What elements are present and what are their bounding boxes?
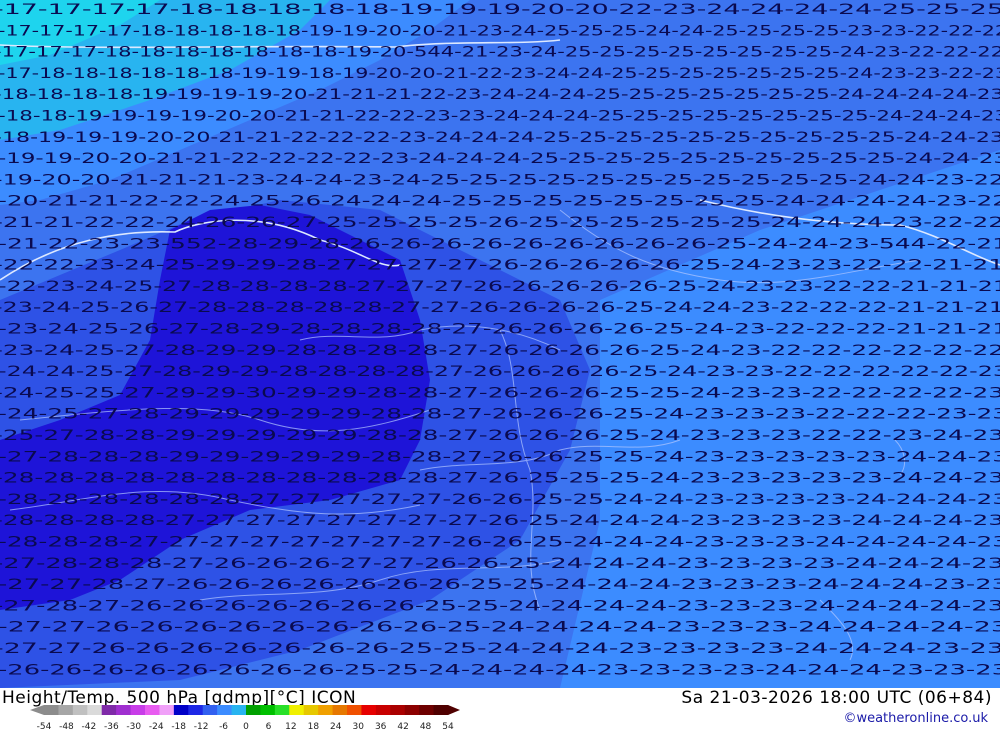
temperature-row: -28-28-28-27-27-27-27-27-27-27-27-26-26-… [0,535,1000,551]
legend-tick-label: -42 [82,722,97,732]
temperature-row: -27-28-28-28-29-29-29-29-29-28-28-27-26-… [0,449,1000,465]
temperature-row: -22-23-24-25-27-28-28-28-28-27-27-27-26-… [0,279,1000,295]
legend-tick-label: -6 [219,722,228,732]
temperature-row: -23-24-25-26-27-28-28-28-28-28-27-27-26-… [0,300,1000,316]
legend-swatch [390,705,406,715]
legend-tick-label: 6 [266,722,272,732]
temperature-row: -24-25-27-28-29-29-29-29-29-28-28-27-26-… [0,407,1000,423]
legend-swatch [347,705,362,715]
legend-swatch [116,705,132,715]
temperature-row: -17-17-17-17-18-18-18-18-18-19-19-19-20-… [0,2,1000,18]
legend-tick-label: 0 [243,722,249,732]
legend-swatch [289,705,305,715]
legend-tick-label: -18 [171,722,186,732]
legend-tick-label: -24 [149,722,164,732]
legend-tick-label: 42 [397,722,408,732]
temperature-row: -28-28-28-28-28-28-28-28-28-28-28-27-26-… [0,471,1000,487]
color-legend: -54 -48 -42 -36 -30 -24 -18 -12 -6 0 6 12 18 24 30 36 42… [30,705,460,732]
legend-swatch [159,705,175,715]
legend-swatch [433,705,449,715]
legend-swatch [303,705,319,715]
legend-swatch [231,705,247,715]
legend-swatch [44,705,59,715]
legend-swatch [332,705,348,715]
temperature-row: -21-22-23-23-552-28-29-28-26-26-26-26-26… [0,236,1000,252]
legend-tick-label: 12 [285,722,296,732]
temperature-row: -23-24-25-27-28-29-29-28-28-28-28-27-26-… [0,343,1000,359]
legend-swatch [101,705,117,715]
legend-swatch [58,705,74,715]
temperature-row: -17-17-17-18-18-18-18-18-18-18-19-20-544… [0,45,1000,61]
temperature-row: -22-22-23-24-25-29-29-28-27-27-27-27-26-… [0,258,1000,274]
temperature-row: -28-28-28-28-27-27-27-27-27-27-27-27-26-… [0,513,1000,529]
legend-swatch [419,705,435,715]
legend-swatch [217,705,233,715]
legend-swatch [72,705,88,715]
temperature-row: -19-20-20-21-21-21-23-24-24-23-24-25-25-… [0,172,1000,188]
legend-swatch [260,705,276,715]
legend-tick-label: 48 [420,722,432,732]
temperature-row: -25-27-28-28-29-29-29-29-29-28-28-27-26-… [0,428,1000,444]
weather-map: -17-17-17-17-18-18-18-18-18-19-19-19-20-… [0,0,1000,688]
legend-bar [30,705,460,715]
legend-swatch [87,705,103,715]
legend-tick-label: -36 [104,722,119,732]
legend-swatch [130,705,146,715]
legend-swatch [202,705,218,715]
legend-tick-label: 54 [442,722,454,732]
legend-arrow-right [448,705,460,715]
temperature-row: -27-27-26-26-26-26-26-26-26-25-25-24-24-… [0,641,1000,657]
legend-ticks: -54 -48 -42 -36 -30 -24 -18 -12 -6 0 6 12 18 24 30 36 42… [37,722,454,732]
temperature-row: -18-19-19-19-20-20-21-21-22-22-22-23-24-… [0,130,1000,146]
legend-tick-label: -54 [37,722,52,732]
legend-arrow-left [30,705,44,715]
legend-tick-label: 36 [375,722,387,732]
legend-swatch [375,705,391,715]
temperature-field: -17-17-17-17-18-18-18-18-18-19-19-19-20-… [0,0,1000,688]
legend-swatch [246,705,261,715]
temperature-row: -20-21-21-22-22-24-25-26-24-24-24-25-25-… [0,194,1000,210]
temperature-row: -17-18-18-18-18-18-18-19-19-18-19-20-20-… [0,66,1000,82]
legend-swatch [274,705,290,715]
legend-swatch [145,705,160,715]
temperature-row: -18-18-19-19-19-19-20-20-21-21-22-22-23-… [0,109,1000,125]
legend-tick-label: 30 [352,722,364,732]
legend-swatch [188,705,204,715]
temperature-row: -17-17-17-17-18-18-18-18-18-19-19-20-20-… [0,23,1000,39]
temperature-row: -28-28-28-28-28-28-27-27-27-27-27-26-26-… [0,492,1000,508]
legend-swatch [173,705,189,715]
temperature-row: -18-18-18-18-19-19-19-19-20-21-21-21-22-… [0,87,1000,103]
legend-tick-label: 18 [308,722,320,732]
temperature-row: -23-24-25-26-27-28-29-28-28-28-28-27-26-… [0,322,1000,338]
temperature-row: -21-21-22-22-24-26-26-27-25-25-25-25-26-… [0,215,1000,231]
temperature-row: -27-28-28-28-27-26-26-26-27-27-26-26-25-… [0,556,1000,572]
legend-swatch [361,705,377,715]
legend-tick-label: -30 [126,722,141,732]
credit-link[interactable]: ©weatheronline.co.uk [843,711,988,726]
temperature-row: -27-27-26-26-26-26-26-26-26-26-25-24-24-… [0,620,1000,636]
temperature-row: -24-25-25-27-29-29-30-29-29-28-28-27-26-… [0,385,1000,401]
legend-tick-label: 24 [330,722,342,732]
temperature-row: -24-24-25-27-28-29-29-28-28-28-28-27-26-… [0,364,1000,380]
temperature-row: -27-28-27-26-26-26-26-26-26-26-25-25-24-… [0,598,1000,614]
temperature-row: -26-26-26-26-26-26-26-26-25-25-24-24-24-… [0,662,1000,678]
temperature-row: -27-27-28-27-26-26-26-26-26-26-26-25-25-… [0,577,1000,593]
map-footer: Height/Temp. 500 hPa [gdmp][°C] ICON Sa … [0,688,1000,733]
temperature-row: -19-19-20-20-21-21-22-22-22-22-23-24-24-… [0,151,1000,167]
legend-tick-label: -12 [194,722,209,732]
legend-tick-label: -48 [59,722,74,732]
legend-swatch [404,705,420,715]
valid-time: Sa 21-03-2026 18:00 UTC (06+84) [681,688,992,708]
legend-swatch [318,705,334,715]
